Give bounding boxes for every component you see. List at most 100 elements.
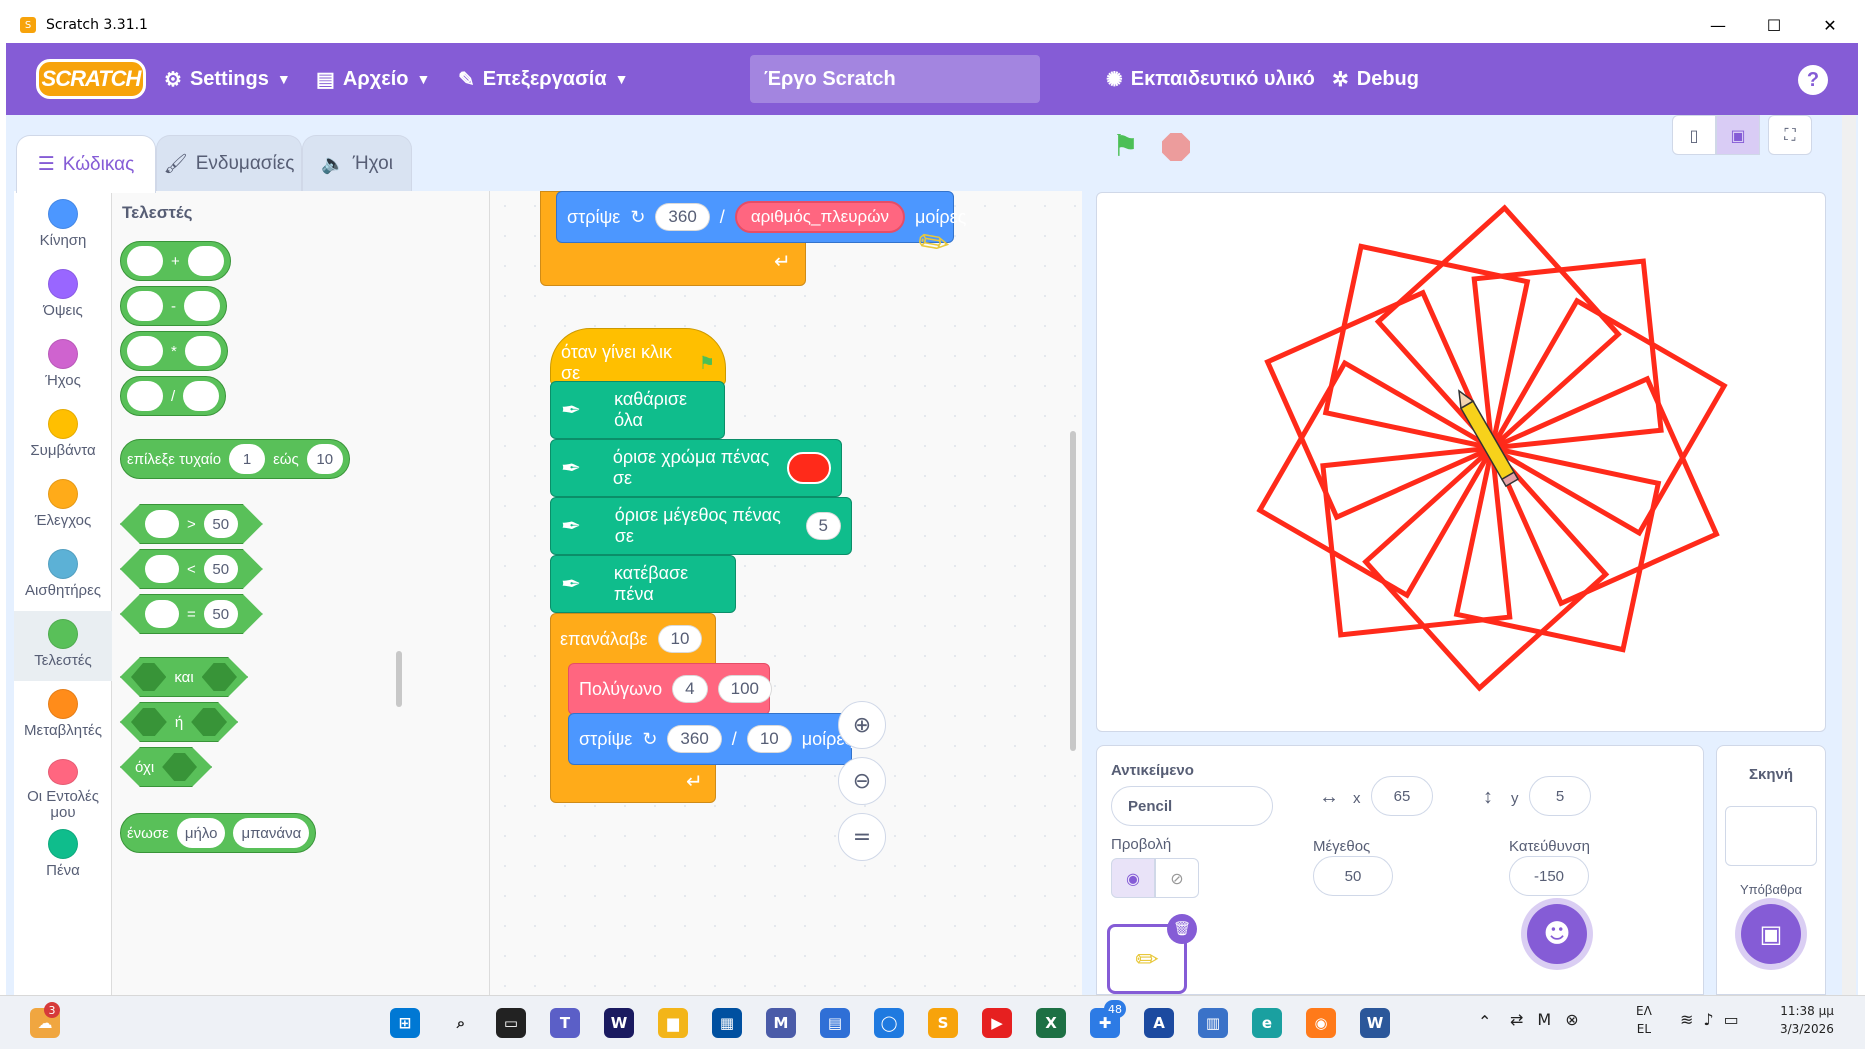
compare-value[interactable]: 50 — [204, 510, 238, 538]
minimize-button[interactable]: — — [1690, 7, 1746, 43]
operand-slot[interactable] — [184, 291, 220, 321]
stop-button[interactable] — [1162, 133, 1190, 161]
teams-icon[interactable]: T — [550, 1008, 580, 1038]
task-view-icon[interactable]: ▭ — [496, 1008, 526, 1038]
turn-denominator[interactable]: 10 — [746, 725, 792, 753]
operand-slot[interactable] — [187, 246, 224, 276]
repeat-count-input[interactable]: 10 — [657, 625, 703, 653]
category-item[interactable]: Πένα — [14, 821, 112, 891]
tab-sounds[interactable]: 🔈 Ήχοι — [302, 135, 412, 191]
language-indicator[interactable]: ΕΛ EL — [1636, 1002, 1652, 1038]
store-icon[interactable]: ▦ — [712, 1008, 742, 1038]
direction-input[interactable]: -150 — [1509, 856, 1589, 896]
clear-all-block[interactable]: ✒ καθάρισε όλα — [550, 381, 725, 439]
turn-block[interactable]: στρίψε ↻ 360 / 10 μοίρες — [568, 713, 853, 765]
join-a[interactable]: μήλο — [176, 818, 226, 848]
compare-value[interactable]: 50 — [204, 600, 238, 628]
operator-block[interactable]: * — [120, 331, 228, 371]
operand-slot[interactable] — [183, 381, 220, 411]
start-icon[interactable]: ⊞ — [390, 1008, 420, 1038]
small-stage-button[interactable]: ▯ — [1672, 115, 1716, 155]
operator-block[interactable]: + — [120, 241, 231, 281]
help-button[interactable]: ? — [1798, 65, 1828, 95]
operand-slot[interactable] — [145, 555, 179, 583]
chat-icon[interactable]: ◯ — [874, 1008, 904, 1038]
set-pen-color-block[interactable]: ✒ όρισε χρώμα πένας σε — [550, 439, 842, 497]
close-button[interactable]: ✕ — [1802, 7, 1858, 43]
stage-thumbnail[interactable] — [1725, 806, 1817, 866]
excel-icon[interactable]: X — [1036, 1008, 1066, 1038]
maximize-button[interactable]: ☐ — [1746, 7, 1802, 43]
and-block[interactable]: και — [120, 657, 248, 697]
script-area[interactable]: στρίψε ↻ 360 / αριθμός_πλευρών μοίρες ↵ … — [490, 191, 1082, 995]
file-explorer-icon[interactable]: ▆ — [658, 1008, 688, 1038]
page-scrollbar[interactable] — [1842, 115, 1856, 995]
add-backdrop-button[interactable]: ▣ — [1741, 904, 1801, 964]
zoom-out-button[interactable]: ⊖ — [838, 757, 886, 805]
top-turn-block[interactable]: στρίψε ↻ 360 / αριθμός_πλευρών μοίρες — [556, 191, 966, 243]
network-volume-battery[interactable]: ≋♪▭ — [1680, 1010, 1749, 1029]
acrobat-icon[interactable]: A — [1144, 1008, 1174, 1038]
stage-canvas[interactable] — [1096, 192, 1826, 732]
set-pen-size-block[interactable]: ✒ όρισε μέγεθος πένας σε 5 — [550, 497, 852, 555]
sides-variable[interactable]: αριθμός_πλευρών — [734, 201, 905, 233]
project-title-input[interactable]: Έργο Scratch — [750, 55, 1040, 103]
category-item[interactable]: Όψεις — [14, 261, 112, 331]
operand-slot[interactable] — [127, 246, 163, 276]
pen-down-block[interactable]: ✒ κατέβασε πένα — [550, 555, 736, 613]
zoom-in-button[interactable]: ⊕ — [838, 701, 886, 749]
category-item[interactable]: Αισθητήρες — [14, 541, 112, 611]
category-item[interactable]: Κίνηση — [14, 191, 112, 261]
fullscreen-button[interactable]: ⛶ — [1768, 115, 1812, 155]
tab-code[interactable]: ☰ Κώδικας — [16, 135, 156, 193]
hide-button[interactable]: ⊘ — [1155, 858, 1199, 898]
zoom-reset-button[interactable]: = — [838, 813, 886, 861]
polygon-sides-input[interactable]: 4 — [672, 675, 708, 703]
word-icon[interactable]: W — [1360, 1008, 1390, 1038]
calendar-icon[interactable]: ▤ — [820, 1008, 850, 1038]
category-item[interactable]: Οι Εντολές μου — [14, 751, 112, 821]
tutorials-button[interactable]: ✺ Εκπαιδευτικό υλικό — [1106, 43, 1315, 115]
random-block[interactable]: επίλεξε τυχαίο 1 εώς 10 — [120, 439, 350, 479]
green-flag-button[interactable]: ⚑ — [1112, 129, 1139, 164]
delete-sprite-button[interactable]: 🗑 — [1167, 914, 1197, 944]
comparison-block[interactable]: >50 — [120, 504, 263, 544]
scratch-logo[interactable]: SCRATCH — [36, 59, 146, 99]
add-sprite-button[interactable]: ☻ — [1527, 904, 1587, 964]
when-flag-clicked-hat[interactable]: όταν γίνει κλικ σε ⚑ — [550, 328, 726, 386]
comparison-block[interactable]: = 50 — [120, 594, 263, 634]
debug-button[interactable]: ✲ Debug — [1332, 43, 1419, 115]
category-item[interactable]: Συμβάντα — [14, 401, 112, 471]
size-input[interactable]: 50 — [1313, 856, 1393, 896]
turn-numerator[interactable]: 360 — [667, 725, 722, 753]
calculator-icon[interactable]: ▥ — [1198, 1008, 1228, 1038]
category-item[interactable]: Μεταβλητές — [14, 681, 112, 751]
operand-slot[interactable] — [127, 381, 163, 411]
app-icon[interactable]: M — [766, 1008, 796, 1038]
join-b[interactable]: μπανάνα — [233, 818, 310, 848]
settings-menu[interactable]: ⚙ Settings ▼ — [164, 43, 291, 115]
operand-slot[interactable] — [127, 291, 163, 321]
category-item[interactable]: Τελεστές — [14, 611, 112, 681]
operand-slot[interactable] — [145, 510, 179, 538]
widgets-icon[interactable]: W — [604, 1008, 634, 1038]
operand-slot[interactable] — [127, 336, 163, 366]
normal-stage-button[interactable]: ▣ — [1716, 115, 1760, 155]
category-item[interactable]: Ήχος — [14, 331, 112, 401]
tab-costumes[interactable]: 🖌 Ενδυμασίες — [156, 135, 302, 191]
join-block[interactable]: ένωσε μήλο μπανάνα — [120, 813, 317, 853]
sprite-name-input[interactable]: Pencil — [1111, 786, 1273, 826]
edit-menu[interactable]: ✎ Επεξεργασία ▼ — [458, 43, 629, 115]
operand-slot[interactable] — [184, 336, 221, 366]
random-from[interactable]: 1 — [229, 444, 266, 474]
not-block[interactable]: όχι — [120, 747, 212, 787]
polygon-length-input[interactable]: 100 — [717, 675, 772, 703]
youtube-icon[interactable]: ▶ — [982, 1008, 1012, 1038]
scratch-taskbar-icon[interactable]: S — [928, 1008, 958, 1038]
compare-value[interactable]: 50 — [204, 555, 238, 583]
tray-icons[interactable]: ⇄Ⅿ⊗ — [1510, 1010, 1593, 1029]
edge-icon[interactable]: e — [1252, 1008, 1282, 1038]
y-input[interactable]: 5 — [1529, 776, 1591, 816]
polygon-block[interactable]: Πολύγωνο 4 100 — [568, 663, 772, 715]
x-input[interactable]: 65 — [1371, 776, 1433, 816]
